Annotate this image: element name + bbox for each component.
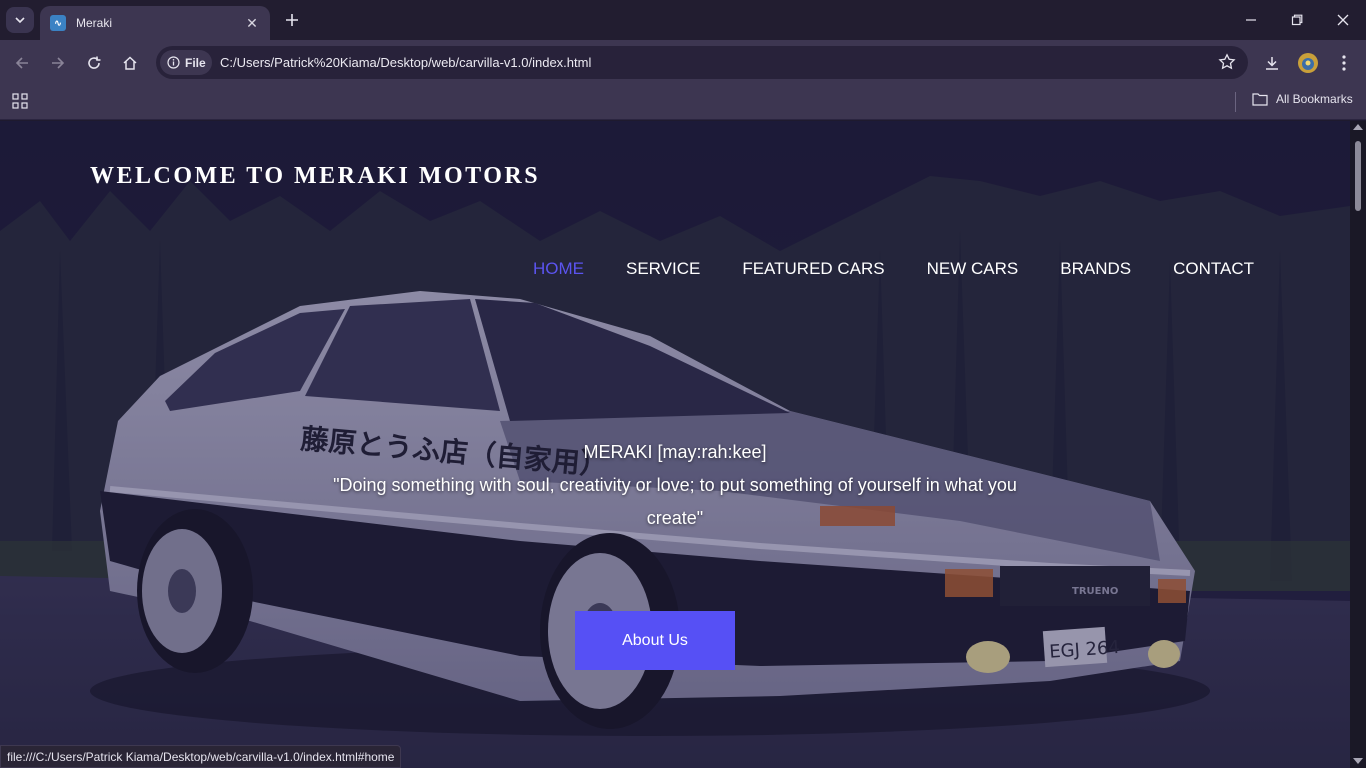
site-info-label: File xyxy=(185,55,206,70)
all-bookmarks-label: All Bookmarks xyxy=(1276,92,1353,106)
downloads-button[interactable] xyxy=(1258,49,1286,77)
chevron-down-icon xyxy=(15,17,25,24)
close-icon xyxy=(1337,14,1349,26)
tab-title: Meraki xyxy=(76,16,113,30)
active-tab[interactable]: ∿ Meraki ✕ xyxy=(40,6,270,40)
address-bar[interactable]: File C:/Users/Patrick%20Kiama/Desktop/we… xyxy=(156,46,1248,79)
close-window-button[interactable] xyxy=(1320,0,1366,40)
page-scrollbar[interactable] xyxy=(1350,121,1366,768)
site-favicon-icon: ∿ xyxy=(50,15,66,31)
bookmarks-divider xyxy=(1235,92,1236,112)
restore-button[interactable] xyxy=(1274,0,1320,40)
hero-tagline: MERAKI [may:rah:kee] "Doing something wi… xyxy=(320,436,1030,535)
avatar xyxy=(1298,53,1318,73)
kebab-menu-icon xyxy=(1342,55,1346,71)
bookmarks-bar: All Bookmarks xyxy=(0,86,1366,120)
tagline-title: MERAKI [may:rah:kee] xyxy=(583,442,767,462)
nav-link-featured-cars[interactable]: FEATURED CARS xyxy=(742,259,884,279)
main-nav: HOME SERVICE FEATURED CARS NEW CARS BRANDS CO… xyxy=(533,259,1254,279)
reload-button[interactable] xyxy=(80,49,108,77)
tab-search-button[interactable] xyxy=(6,7,34,33)
site-info-chip[interactable]: File xyxy=(160,50,212,75)
nav-link-service[interactable]: SERVICE xyxy=(626,259,700,279)
tagline-quote: "Doing something with soul, creativity o… xyxy=(333,475,1017,528)
scroll-up-arrow-icon[interactable] xyxy=(1353,124,1363,130)
reload-icon xyxy=(88,56,101,69)
minimize-icon xyxy=(1246,19,1256,21)
url-text[interactable]: C:/Users/Patrick%20Kiama/Desktop/web/car… xyxy=(220,55,591,70)
menu-button[interactable] xyxy=(1330,49,1358,77)
info-icon xyxy=(167,56,180,69)
site-brand-title: WELCOME TO MERAKI MOTORS xyxy=(90,163,541,189)
folder-icon xyxy=(1252,93,1268,106)
hero-section: 藤原とうふ店（自家用） EGJ 264 TRUENO WELCOME TO ME… xyxy=(0,121,1350,768)
restore-icon xyxy=(1291,14,1303,26)
arrow-right-icon xyxy=(52,57,65,69)
all-bookmarks-button[interactable]: All Bookmarks xyxy=(1252,92,1353,106)
arrow-left-icon xyxy=(15,57,28,69)
about-us-button[interactable]: About Us xyxy=(575,611,735,670)
nav-link-new-cars[interactable]: NEW CARS xyxy=(927,259,1019,279)
apps-grid-icon[interactable] xyxy=(12,93,28,109)
link-status-bar: file:///C:/Users/Patrick Kiama/Desktop/w… xyxy=(0,745,402,768)
profile-button[interactable] xyxy=(1294,49,1322,77)
forward-button[interactable] xyxy=(44,49,72,77)
tab-strip: ∿ Meraki ✕ xyxy=(0,0,1366,40)
plus-icon xyxy=(286,14,298,26)
nav-link-brands[interactable]: BRANDS xyxy=(1060,259,1131,279)
nav-link-home[interactable]: HOME xyxy=(533,259,584,279)
download-icon xyxy=(1266,57,1278,70)
new-tab-button[interactable] xyxy=(280,8,304,32)
back-button[interactable] xyxy=(8,49,36,77)
bookmark-star-icon[interactable] xyxy=(1218,53,1236,71)
home-button[interactable] xyxy=(116,49,144,77)
scroll-thumb[interactable] xyxy=(1355,141,1361,211)
scroll-down-arrow-icon[interactable] xyxy=(1353,758,1363,764)
minimize-button[interactable] xyxy=(1228,0,1274,40)
nav-link-contact[interactable]: CONTACT xyxy=(1173,259,1254,279)
home-icon xyxy=(123,56,137,70)
browser-toolbar: File C:/Users/Patrick%20Kiama/Desktop/we… xyxy=(0,40,1366,86)
close-tab-icon[interactable]: ✕ xyxy=(244,15,260,32)
